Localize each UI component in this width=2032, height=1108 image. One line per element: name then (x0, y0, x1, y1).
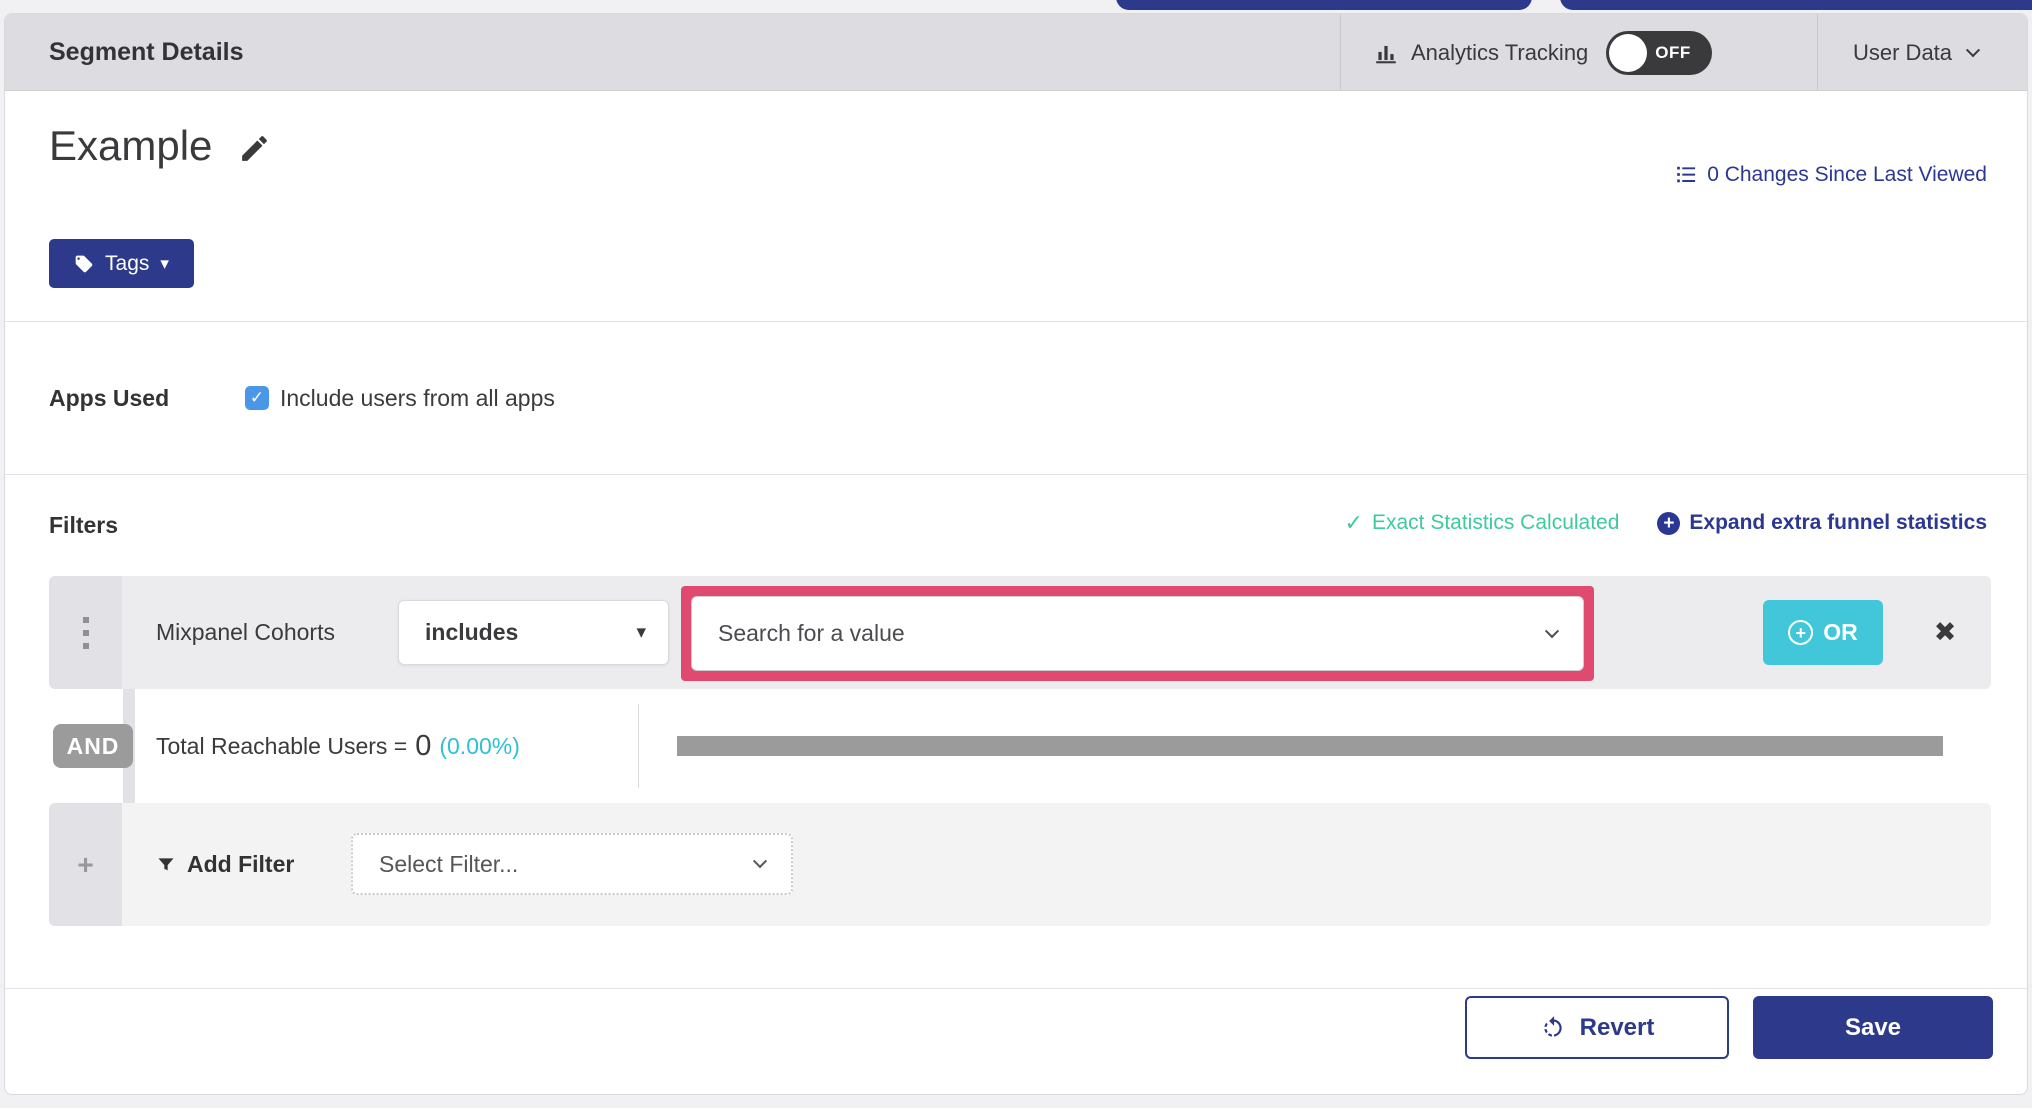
changes-link-label: 0 Changes Since Last Viewed (1707, 162, 1987, 186)
filter-value-select[interactable]: Search for a value (691, 596, 1584, 671)
exact-statistics-status: ✓ Exact Statistics Calculated (1345, 510, 1620, 536)
toggle-knob (1609, 33, 1648, 72)
filter-field-label: Mixpanel Cohorts (156, 619, 335, 645)
tags-button[interactable]: Tags ▾ (49, 239, 194, 288)
chevron-down-icon (1544, 623, 1560, 638)
add-or-condition-button[interactable]: + OR (1763, 600, 1883, 665)
tags-button-label: Tags (105, 251, 150, 275)
add-filter-label-group: Add Filter (156, 851, 294, 878)
check-icon: ✓ (1344, 510, 1363, 535)
close-icon: ✖ (1933, 617, 1957, 647)
header-bar: Segment Details Analytics Tracking OFF U… (5, 14, 2027, 91)
filter-row: Mixpanel Cohorts includes ▾ Search for a… (49, 576, 1991, 689)
chevron-down-icon (1965, 42, 1981, 57)
reachable-users-label: Total Reachable Users = (156, 732, 408, 759)
or-button-label: OR (1823, 619, 1858, 645)
triangle-down-icon: ▾ (636, 622, 646, 643)
caret-down-icon: ▾ (160, 254, 169, 273)
select-filter-placeholder: Select Filter... (379, 850, 519, 877)
page-title: Segment Details (49, 38, 244, 66)
segment-details-page: Segment Details Analytics Tracking OFF U… (0, 0, 2032, 1108)
analytics-tracking-control: Analytics Tracking OFF (1373, 14, 1713, 91)
filters-status-links: ✓ Exact Statistics Calculated + Expand e… (1345, 510, 1987, 536)
section-divider (5, 474, 2027, 475)
add-filter-row: + Add Filter Select Filter... (49, 803, 1991, 926)
remove-filter-button[interactable]: ✖ (1928, 576, 1962, 689)
filters-title: Filters (49, 512, 119, 538)
edit-pencil-icon[interactable] (238, 132, 271, 165)
segment-name: Example (49, 122, 213, 169)
reachable-users-percent: (0.00%) (439, 732, 520, 759)
filter-operator-value: includes (425, 619, 519, 645)
revert-undo-icon (1544, 1015, 1562, 1037)
top-nav-pill-left[interactable] (1116, 0, 1532, 10)
checkmark-icon: ✓ (249, 388, 265, 407)
add-filter-handle-column: + (49, 803, 122, 926)
save-button-label: Save (1844, 1013, 1902, 1041)
add-filter-row-body: Add Filter Select Filter... (122, 803, 1991, 926)
add-filter-label: Add Filter (187, 851, 295, 877)
reachable-users-count: 0 (415, 729, 432, 762)
exact-statistics-label: Exact Statistics Calculated (1371, 511, 1620, 534)
bar-chart-icon (1376, 45, 1396, 63)
analytics-tracking-toggle[interactable]: OFF (1606, 30, 1713, 75)
segment-details-card: Segment Details Analytics Tracking OFF U… (4, 13, 2028, 1095)
apps-used-label: Apps Used (49, 384, 170, 411)
tag-icon (75, 255, 93, 272)
revert-button[interactable]: Revert (1465, 996, 1729, 1059)
and-connector-badge: AND (53, 724, 133, 768)
funnel-filter-icon (158, 857, 174, 870)
plus-circle-icon: + (1788, 620, 1814, 645)
total-reachable-users: Total Reachable Users = 0 (0.00%) (156, 689, 520, 803)
drag-dots-icon (82, 616, 89, 649)
filter-operator-select[interactable]: includes ▾ (398, 600, 669, 665)
apps-used-row: Apps Used ✓ Include users from all apps (49, 322, 555, 474)
include-all-apps-label: Include users from all apps (280, 384, 555, 411)
user-data-label: User Data (1853, 39, 1953, 65)
changes-since-last-viewed-link[interactable]: 0 Changes Since Last Viewed (1673, 162, 1987, 187)
plus-icon: + (77, 848, 94, 880)
chevron-down-icon (752, 854, 768, 869)
expand-funnel-statistics-link[interactable]: + Expand extra funnel statistics (1657, 511, 1987, 535)
toggle-state-label: OFF (1655, 42, 1691, 62)
plus-circle-icon: + (1657, 511, 1681, 535)
section-divider (5, 988, 2027, 989)
vertical-divider (638, 704, 639, 788)
expand-funnel-statistics-label: Expand extra funnel statistics (1689, 511, 1987, 534)
segment-name-row: Example (49, 122, 271, 170)
filter-value-placeholder: Search for a value (718, 620, 905, 646)
filter-row-body: Mixpanel Cohorts includes ▾ Search for a… (122, 576, 1991, 689)
change-list-icon (1677, 166, 1696, 183)
highlight-annotation-box: Search for a value (681, 586, 1594, 681)
save-button[interactable]: Save (1753, 996, 1993, 1059)
reachable-users-progress-bar (677, 736, 1943, 756)
revert-button-label: Revert (1579, 1013, 1655, 1041)
header-divider (1340, 14, 1341, 90)
header-divider (1817, 14, 1818, 90)
filter-drag-handle[interactable] (49, 576, 122, 689)
include-all-apps-checkbox[interactable]: ✓ (245, 386, 269, 410)
top-nav-pill-right[interactable] (1560, 0, 2032, 10)
user-data-dropdown[interactable]: User Data (1853, 14, 1981, 91)
select-filter-dropdown[interactable]: Select Filter... (351, 833, 793, 895)
analytics-tracking-label: Analytics Tracking (1411, 39, 1589, 65)
